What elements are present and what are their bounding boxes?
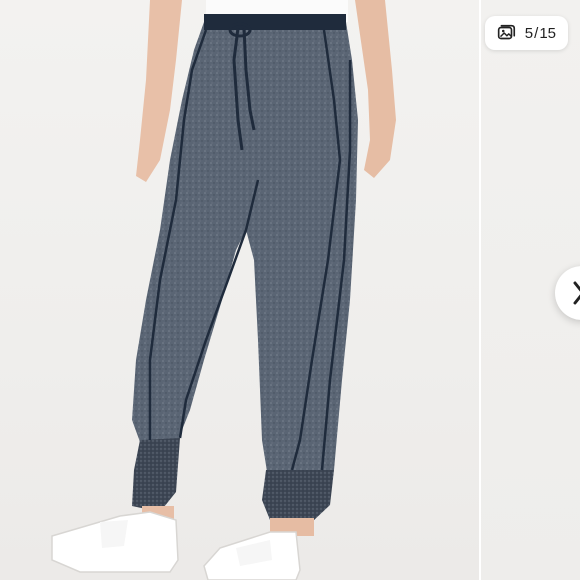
right-cuff: [262, 470, 334, 522]
right-arm: [355, 0, 396, 178]
counter-separator: /: [534, 24, 539, 42]
jogger-pants-image: [51, 0, 396, 580]
chevron-right-icon: [573, 281, 580, 305]
product-photo[interactable]: [0, 0, 480, 580]
image-viewer[interactable]: 5 / 15: [0, 0, 580, 580]
current-image-index: 5: [524, 24, 534, 42]
image-gallery-icon: [495, 22, 517, 44]
image-counter-text: 5 / 15: [525, 25, 556, 42]
left-cuff: [132, 438, 180, 512]
image-counter-badge: 5 / 15: [484, 16, 568, 50]
total-image-count: 15: [539, 24, 556, 42]
